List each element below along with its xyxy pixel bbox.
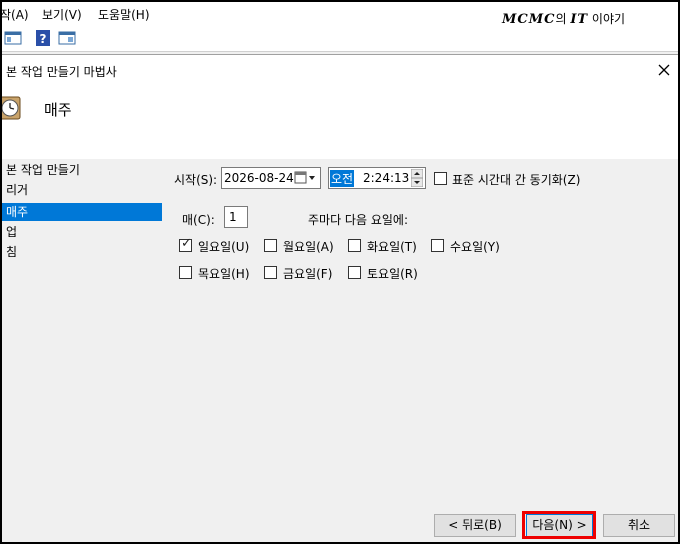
- next-button-highlight: [522, 511, 596, 539]
- start-date-picker[interactable]: 2026-08-24: [221, 167, 321, 189]
- wizard-title: 본 작업 만들기 마법사: [6, 65, 117, 79]
- tuesday-checkbox[interactable]: [348, 239, 361, 252]
- saturday-checkbox[interactable]: [348, 266, 361, 279]
- start-time-picker[interactable]: 오전 2:24:13: [328, 167, 426, 189]
- toolbar: ?: [2, 26, 678, 52]
- friday-label: 금요일(F): [283, 267, 333, 281]
- sunday-checkbox[interactable]: ✓: [179, 236, 192, 252]
- menu-action[interactable]: 작(A): [2, 6, 29, 23]
- monday-label: 월요일(A): [283, 240, 334, 254]
- console-tree-icon[interactable]: [4, 29, 22, 47]
- nav-create-task[interactable]: 본 작업 만들기: [2, 161, 162, 179]
- time-value[interactable]: 2:24:13: [363, 171, 409, 185]
- watermark-part: 이야기: [588, 12, 626, 26]
- every-label: 매(C):: [182, 213, 215, 227]
- start-label: 시작(S):: [174, 173, 218, 187]
- create-task-wizard: 본 작업 만들기 마법사 매주 본 작업 만들기 리거 매주 업 침 시작(S)…: [2, 54, 678, 542]
- thursday-checkbox[interactable]: [179, 266, 192, 279]
- spin-arrows-icon[interactable]: [410, 168, 424, 190]
- watermark-part: 의: [555, 12, 571, 26]
- time-ampm[interactable]: 오전: [330, 170, 355, 187]
- every-weeks-value: 1: [229, 210, 237, 224]
- wizard-heading: 매주: [44, 101, 72, 119]
- menu-help[interactable]: 도움말(H): [98, 6, 150, 23]
- start-date-value: 2026-08-24: [224, 171, 294, 185]
- thursday-label: 목요일(H): [198, 267, 250, 281]
- close-icon[interactable]: [656, 62, 672, 78]
- watermark-part: IT: [570, 12, 589, 27]
- every-suffix-label: 주마다 다음 요일에:: [308, 213, 408, 227]
- nav-weekly[interactable]: 매주: [2, 203, 162, 221]
- cancel-button[interactable]: 취소: [603, 514, 675, 537]
- svg-text:?: ?: [40, 32, 47, 46]
- every-weeks-input[interactable]: 1: [224, 206, 248, 228]
- nav-trigger[interactable]: 리거: [2, 181, 162, 199]
- saturday-label: 토요일(R): [367, 267, 418, 281]
- watermark: MCMC의 IT 이야기: [502, 10, 625, 27]
- calendar-icon[interactable]: [294, 171, 318, 188]
- nav-finish[interactable]: 침: [2, 243, 162, 261]
- clock-icon: [2, 95, 22, 121]
- checkmark-icon: ✓: [181, 236, 192, 251]
- menu-view[interactable]: 보기(V): [42, 6, 82, 23]
- wednesday-label: 수요일(Y): [450, 240, 500, 254]
- monday-checkbox[interactable]: [264, 239, 277, 252]
- friday-checkbox[interactable]: [264, 266, 277, 279]
- sunday-label: 일요일(U): [198, 240, 250, 254]
- watermark-part: MCMC: [502, 12, 556, 27]
- sync-timezone-checkbox[interactable]: [434, 172, 447, 185]
- help-icon[interactable]: ?: [34, 29, 52, 47]
- nav-action[interactable]: 업: [2, 223, 162, 241]
- wizard-header: 본 작업 만들기 마법사 매주: [2, 55, 678, 159]
- wednesday-checkbox[interactable]: [431, 239, 444, 252]
- sync-timezone-label: 표준 시간대 간 동기화(Z): [452, 173, 581, 187]
- back-button[interactable]: < 뒤로(B): [434, 514, 516, 537]
- tuesday-label: 화요일(T): [367, 240, 417, 254]
- app-window: 작(A) 보기(V) 도움말(H) MCMC의 IT 이야기 ? 본 작업 만들…: [0, 0, 680, 544]
- action-pane-icon[interactable]: [58, 29, 76, 47]
- menu-bar: 작(A) 보기(V) 도움말(H) MCMC의 IT 이야기: [2, 2, 678, 27]
